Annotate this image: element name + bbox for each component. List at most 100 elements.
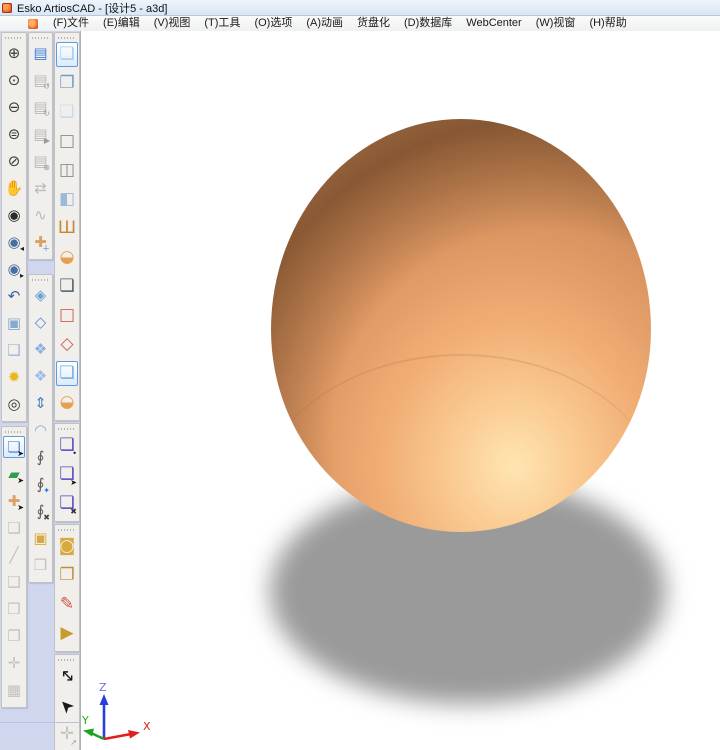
bevel-frame[interactable]: ▣	[3, 312, 25, 334]
menu-item-2[interactable]: (V)视图	[147, 17, 198, 29]
light-source[interactable]: ✹	[3, 366, 25, 388]
view-shaded-cube[interactable]: ❏	[56, 42, 78, 67]
net-select-badge: ➤	[70, 479, 77, 487]
toolbar-drag-handle[interactable]	[58, 527, 76, 532]
view-solid-cube[interactable]: ❐	[56, 71, 78, 96]
toolbar-drag-handle[interactable]	[58, 35, 76, 40]
edit-design[interactable]: ✎	[56, 592, 78, 617]
attach-file[interactable]: ∮	[30, 446, 51, 468]
playback-camera-back[interactable]: ◉◂	[3, 231, 25, 253]
duplicate-parts: ❐	[3, 625, 25, 647]
bevel-frame-icon: ▣	[7, 316, 21, 331]
menu-item-8[interactable]: WebCenter	[459, 17, 528, 29]
panel-height[interactable]: ⇕	[30, 392, 51, 414]
attach-file-icon: ∮	[37, 450, 45, 465]
visibility-eye[interactable]: ◎	[3, 393, 25, 415]
attach-remove[interactable]: ∮✖	[30, 500, 51, 522]
layout-grid-icon: ▦	[7, 683, 21, 698]
select-bandage-badge: ➤	[17, 504, 24, 512]
menu-item-5[interactable]: (A)动画	[299, 17, 350, 29]
menu-item-3[interactable]: (T)工具	[197, 17, 247, 29]
view-wireframe[interactable]: ◫	[56, 158, 78, 183]
toolbar-dock: ⊕⊙⊖⊜⊘✋◉◉◂◉▸↶▣❑✹◎❏➤▰➤✚➤❏╱❑❒❐✛▦ ▤▤↺▤↻▤▶▤⊗⇄…	[0, 31, 80, 750]
toolbar-drag-handle[interactable]	[5, 35, 23, 40]
fold-angle[interactable]: ❖	[30, 338, 51, 360]
tray-fill[interactable]: ◙	[56, 534, 78, 559]
select-ribbon[interactable]: ▰➤	[3, 463, 25, 485]
move-all-icon: ✛	[8, 656, 21, 671]
menu-item-0[interactable]: (F)文件	[46, 17, 96, 29]
toolbar-group: ❏• ❏➤ ❏✖	[54, 423, 80, 522]
menu-item-6[interactable]: 货盘化	[350, 17, 397, 29]
add-bandage[interactable]: ✚＋	[30, 231, 51, 253]
undo-view[interactable]: ↶	[3, 285, 25, 307]
view-shadow-cube[interactable]: ❏	[56, 274, 78, 299]
zoom-rectangle[interactable]: ⊙	[3, 69, 25, 91]
stop-animation: ▤⊗	[30, 150, 51, 172]
z-axis-label: Z	[99, 681, 107, 694]
zoom-out[interactable]: ⊖	[3, 96, 25, 118]
align-cube-2-icon: ❒	[7, 602, 20, 617]
menu-item-4[interactable]: (O)选项	[247, 17, 299, 29]
net-design[interactable]: ❏•	[56, 433, 78, 458]
snapshot-camera[interactable]: ◉	[3, 204, 25, 226]
extrude[interactable]: ❑	[3, 339, 25, 361]
design-canvas-3d[interactable]: Z X Y	[80, 31, 720, 750]
duplicate-parts-icon: ❐	[7, 629, 20, 644]
toolbar-drag-handle[interactable]	[32, 35, 49, 40]
menu-item-7[interactable]: (D)数据库	[397, 17, 459, 29]
menu-item-10[interactable]: (H)帮助	[582, 17, 633, 29]
add-animation[interactable]: ▤	[30, 42, 51, 64]
run-animation[interactable]: ▶	[56, 621, 78, 646]
fold-tool[interactable]: ◈	[30, 284, 51, 306]
screen-tray[interactable]: ▣	[30, 527, 51, 549]
toolbar-drag-handle[interactable]	[58, 657, 76, 662]
rotate-panel[interactable]: ◇	[30, 311, 51, 333]
bezier-design[interactable]: ◇	[56, 332, 78, 357]
bend-surface[interactable]: ◠	[30, 419, 51, 441]
dock-divider	[0, 722, 80, 723]
toolbar-group: ◙ ❐ ✎ ▶	[54, 524, 80, 652]
pallet-load[interactable]: ❐	[56, 563, 78, 588]
toolbar-drag-handle[interactable]	[58, 426, 76, 431]
toolbar-drag-handle[interactable]	[32, 277, 49, 282]
view-flat-cube[interactable]: ❑	[56, 100, 78, 125]
zoom-height[interactable]: ⊜	[3, 123, 25, 145]
net-select[interactable]: ❏➤	[56, 462, 78, 487]
pan[interactable]: ✋	[3, 177, 25, 199]
move-design: ✛↗	[56, 722, 78, 747]
egg-3d-model[interactable]	[271, 119, 651, 532]
net-remove[interactable]: ❏✖	[56, 491, 78, 516]
tray-fill-icon: ◙	[59, 538, 76, 555]
attach-add[interactable]: ∮✦	[30, 473, 51, 495]
menu-item-1[interactable]: (E)编辑	[96, 17, 147, 29]
extrude-icon: ❑	[7, 343, 20, 358]
restore-animation: ▤↺	[30, 69, 51, 91]
outline-design[interactable]: □	[56, 303, 78, 328]
net-remove-badge: ✖	[70, 508, 77, 516]
align-cube: ❑	[3, 571, 25, 593]
corrugated-board[interactable]: Ш	[56, 216, 78, 241]
resize-diagonal[interactable]: ↔	[56, 664, 78, 689]
toolbar-drag-handle[interactable]	[5, 429, 23, 434]
select-bandage[interactable]: ✚➤	[3, 490, 25, 512]
document-window-icon[interactable]	[28, 19, 38, 29]
cross-fold[interactable]: ❖	[30, 365, 51, 387]
toolbar-column-view-select: ⊕⊙⊖⊜⊘✋◉◉◂◉▸↶▣❑✹◎❏➤▰➤✚➤❏╱❑❒❐✛▦	[1, 32, 27, 710]
select-part[interactable]: ❏➤	[3, 436, 25, 458]
corrugated-board-icon: Ш	[58, 220, 76, 237]
title-bar[interactable]: Esko ArtiosCAD - [设计5 - a3d]	[0, 0, 720, 16]
view-hidden-line[interactable]: □	[56, 129, 78, 154]
zoom-extents[interactable]: ⊘	[3, 150, 25, 172]
render-solid[interactable]: ❏	[56, 361, 78, 386]
playback-camera-forward[interactable]: ◉▸	[3, 258, 25, 280]
menu-item-9[interactable]: (W)视窗	[529, 17, 583, 29]
play-animation: ▤▶	[30, 123, 51, 145]
view-section-cube[interactable]: ◧	[56, 187, 78, 212]
background-image[interactable]: ◒	[56, 245, 78, 270]
controller-icon: ❒	[34, 558, 47, 573]
background-scene[interactable]: ◒	[56, 390, 78, 415]
zoom-in[interactable]: ⊕	[3, 42, 25, 64]
visibility-eye-icon: ◎	[7, 397, 20, 412]
select-dimension[interactable]: ➤	[56, 693, 78, 718]
